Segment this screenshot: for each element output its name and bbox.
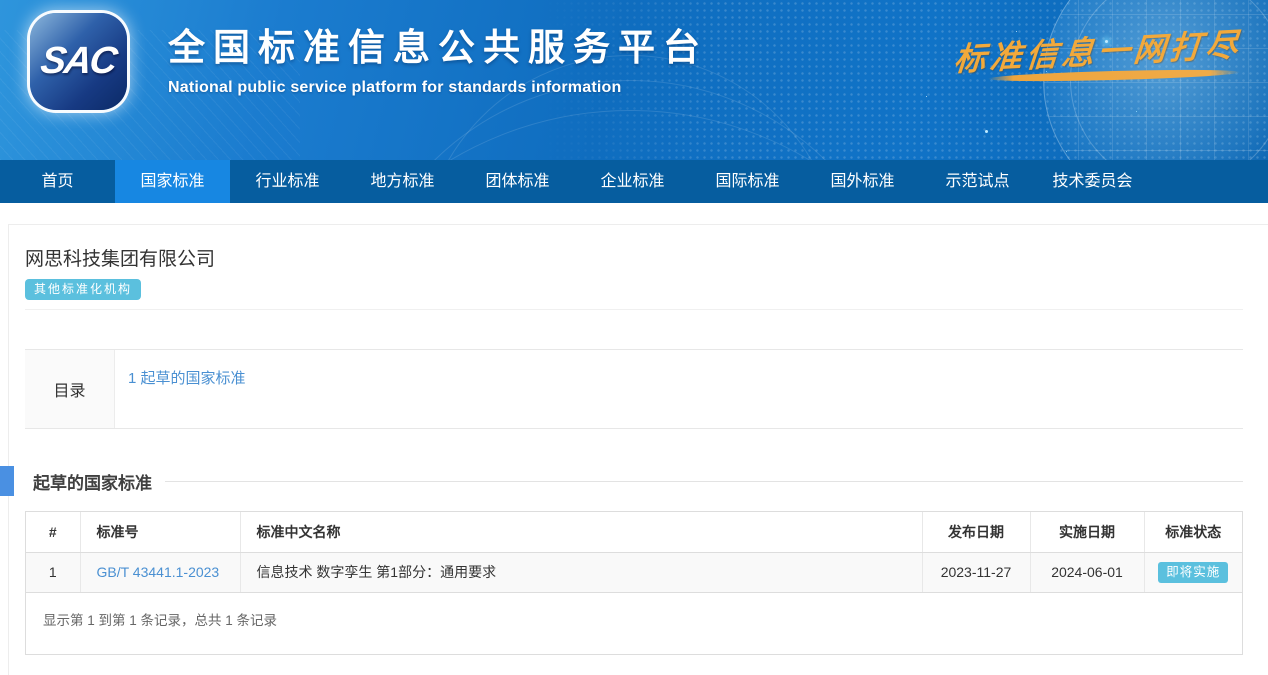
row-index: 1: [26, 552, 80, 592]
nav-tab-international-standards[interactable]: 国际标准: [690, 160, 805, 203]
column-header-status: 标准状态: [1144, 512, 1242, 552]
implement-date: 2024-06-01: [1030, 552, 1144, 592]
main-navigation: 首页 国家标准 行业标准 地方标准 团体标准 企业标准 国际标准 国外标准 示范…: [0, 160, 1268, 203]
toc-link-drafted-national-standards[interactable]: 1 起草的国家标准: [128, 370, 246, 387]
standard-name: 信息技术 数字孪生 第1部分：通用要求: [240, 552, 922, 592]
standards-table-container: # 标准号 标准中文名称 发布日期 实施日期 标准状态 1 GB/T 43441…: [25, 511, 1243, 655]
publish-date: 2023-11-27: [922, 552, 1030, 592]
toc-label: 目录: [25, 350, 115, 428]
table-record-summary: 显示第 1 到第 1 条记录，总共 1 条记录: [26, 593, 1242, 654]
nav-tab-industry-standards[interactable]: 行业标准: [230, 160, 345, 203]
sac-logo[interactable]: SAC: [30, 13, 127, 110]
nav-tab-local-standards[interactable]: 地方标准: [345, 160, 460, 203]
section-title: 起草的国家标准: [33, 469, 152, 494]
column-header-standard-number: 标准号: [80, 512, 240, 552]
column-header-index: #: [26, 512, 80, 552]
nav-tab-group-standards[interactable]: 团体标准: [460, 160, 575, 203]
section-accent-bar: [0, 466, 14, 496]
status-badge: 即将实施: [1158, 562, 1228, 583]
organization-type-badge: 其他标准化机构: [25, 279, 141, 300]
page-content: 网思科技集团有限公司 其他标准化机构 目录 1 起草的国家标准 起草的国家标准 …: [0, 203, 1268, 675]
table-of-contents: 目录 1 起草的国家标准: [25, 349, 1243, 429]
table-header-row: # 标准号 标准中文名称 发布日期 实施日期 标准状态: [26, 512, 1242, 552]
column-header-publish-date: 发布日期: [922, 512, 1030, 552]
nav-tab-pilot-demos[interactable]: 示范试点: [920, 160, 1035, 203]
site-title-english: National public service platform for sta…: [168, 79, 708, 97]
nav-tab-home[interactable]: 首页: [0, 160, 115, 203]
nav-tab-national-standards[interactable]: 国家标准: [115, 160, 230, 203]
sac-logo-text: SAC: [38, 40, 118, 83]
table-row: 1 GB/T 43441.1-2023 信息技术 数字孪生 第1部分：通用要求 …: [26, 552, 1242, 592]
nav-tab-enterprise-standards[interactable]: 企业标准: [575, 160, 690, 203]
section-rule-line: [165, 481, 1243, 482]
nav-tab-technical-committees[interactable]: 技术委员会: [1035, 160, 1150, 203]
divider: [25, 309, 1243, 310]
site-banner: SAC 全国标准信息公共服务平台 National public service…: [0, 0, 1268, 160]
site-title-chinese: 全国标准信息公共服务平台: [168, 17, 708, 71]
column-header-implement-date: 实施日期: [1030, 512, 1144, 552]
standards-table: # 标准号 标准中文名称 发布日期 实施日期 标准状态 1 GB/T 43441…: [26, 512, 1242, 593]
standard-number-link[interactable]: GB/T 43441.1-2023: [97, 564, 220, 580]
organization-name: 网思科技集团有限公司: [25, 247, 1243, 273]
site-titles: 全国标准信息公共服务平台 National public service pla…: [168, 17, 708, 97]
nav-tab-foreign-standards[interactable]: 国外标准: [805, 160, 920, 203]
column-header-standard-name: 标准中文名称: [240, 512, 922, 552]
section-header: 起草的国家标准: [25, 466, 1243, 496]
